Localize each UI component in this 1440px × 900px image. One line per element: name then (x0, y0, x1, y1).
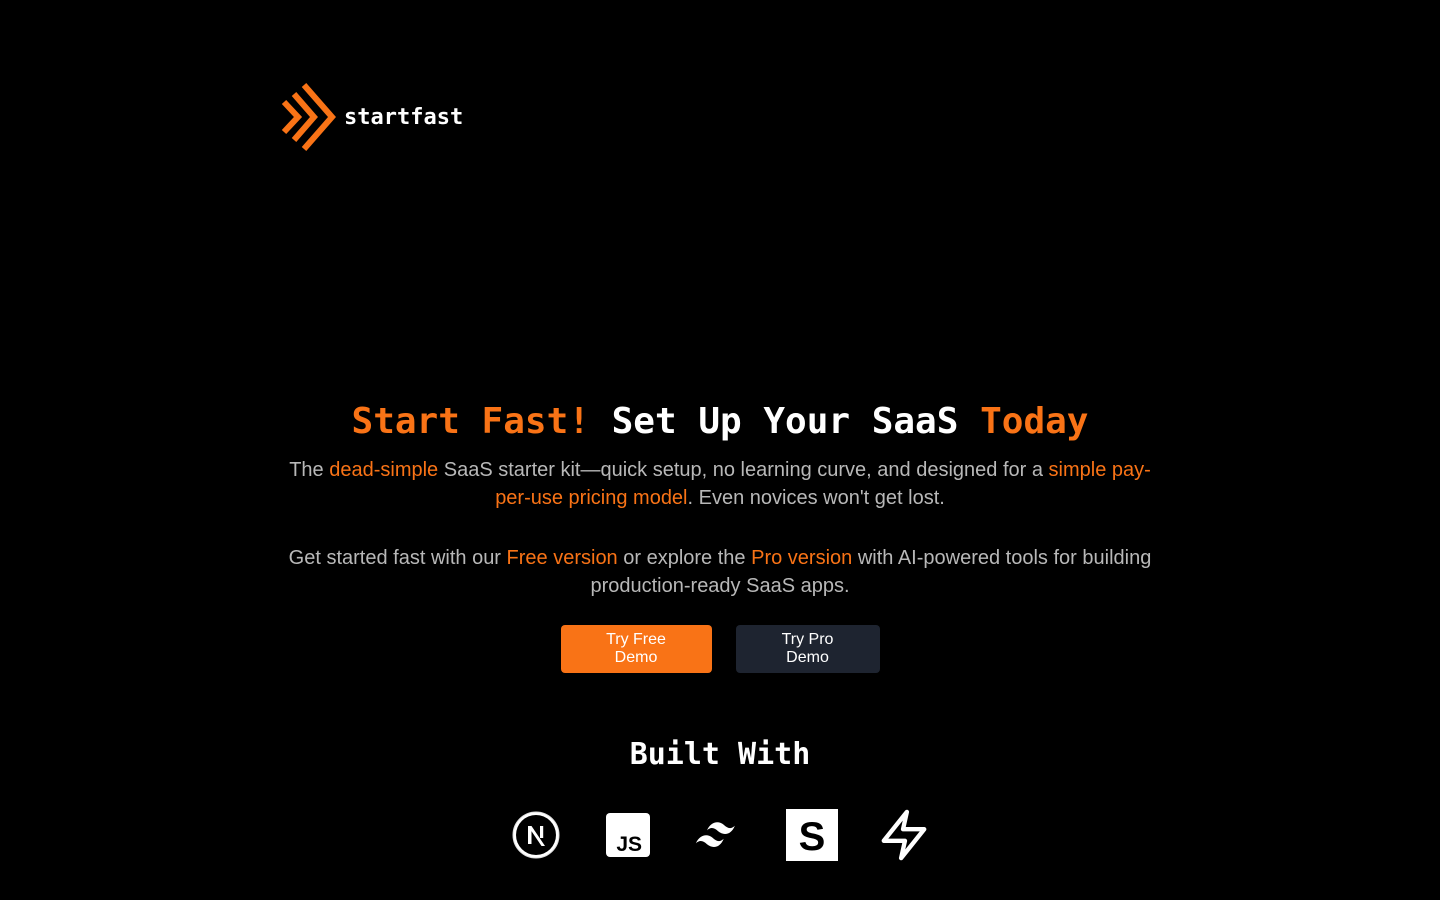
supabase-icon (878, 809, 930, 861)
chevrons-right-icon (281, 83, 336, 151)
desc-text-1: The (289, 459, 330, 481)
versions-text-1: Get started fast with our (288, 547, 507, 569)
hero-title-today: Today (980, 401, 1089, 442)
shadcn-icon: S (786, 809, 838, 861)
svg-text:S: S (799, 815, 826, 859)
nextjs-icon (510, 809, 562, 861)
pro-version-link[interactable]: Pro version (751, 547, 852, 569)
hero-title: Start Fast! Set Up Your SaaS Today (0, 396, 1440, 448)
hero-versions-text: Get started fast with our Free version o… (280, 544, 1160, 600)
hero-description: The dead-simple SaaS starter kit—quick s… (280, 456, 1160, 512)
javascript-icon: JS (602, 809, 654, 861)
hero-title-middle: Set Up Your SaaS (611, 401, 959, 442)
hero-section: Start Fast! Set Up Your SaaS Today The d… (0, 396, 1440, 863)
hero-title-start-fast: Start Fast! (351, 401, 590, 442)
built-with-title: Built With (629, 737, 811, 772)
logo-text: startfast (344, 104, 464, 130)
desc-text-2: SaaS starter kit—quick setup, no learnin… (438, 459, 1049, 481)
logo-link[interactable]: startfast (278, 82, 463, 152)
desc-text-3: . Even novices won't get lost. (687, 487, 945, 509)
tech-stack-icons: JS S (0, 807, 1440, 863)
try-free-demo-button[interactable]: Try Free Demo (560, 625, 712, 673)
tailwind-icon (694, 809, 746, 861)
free-version-link[interactable]: Free version (507, 547, 618, 569)
try-pro-demo-button[interactable]: Try Pro Demo (735, 625, 880, 673)
cta-buttons: Try Free Demo Try Pro Demo (0, 625, 1440, 673)
desc-highlight-dead-simple: dead-simple (329, 459, 439, 481)
versions-text-2: or explore the (617, 547, 752, 569)
javascript-icon-label: JS (616, 833, 642, 856)
